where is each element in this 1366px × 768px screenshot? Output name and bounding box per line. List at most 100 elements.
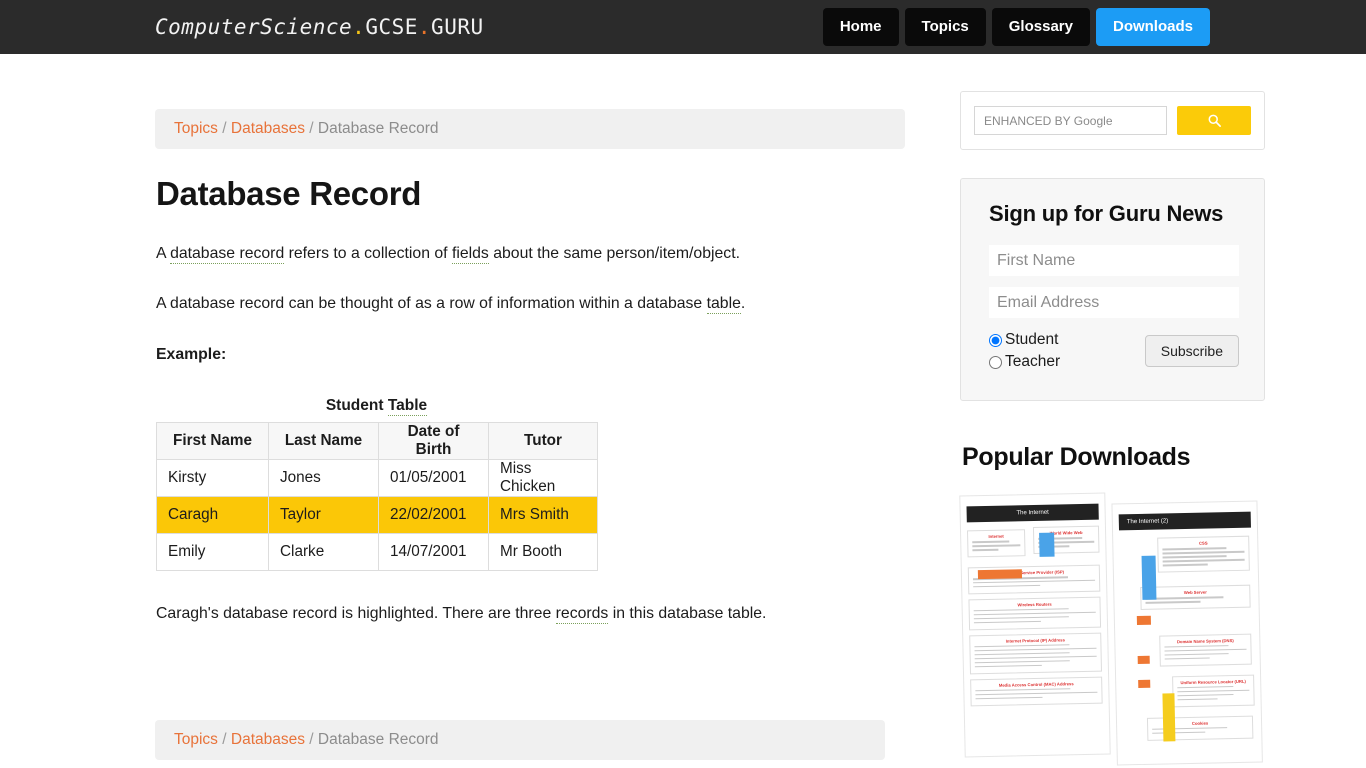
breadcrumb-current: Database Record <box>317 120 439 137</box>
search-button[interactable] <box>1177 106 1251 135</box>
note-line <box>972 544 1021 547</box>
site-logo[interactable]: ComputerScience.GCSE.GURU <box>155 15 484 39</box>
breadcrumb-link-topics-bottom[interactable]: Topics <box>174 731 218 748</box>
diagram-chip-orange <box>1137 655 1150 664</box>
download-thumbnail-the-internet-2[interactable]: The Internet (2) CSS Web Server Domain N… <box>1111 500 1263 766</box>
page-title: Database Record <box>156 175 422 212</box>
note-heading: Wireless Routers <box>1017 601 1052 608</box>
download-thumbnail-the-internet[interactable]: The Internet Internet World Wide Web Int… <box>959 492 1111 758</box>
nav-item-topics[interactable]: Topics <box>904 8 986 46</box>
example-label: Example: <box>156 345 227 363</box>
nav-item-downloads[interactable]: Downloads <box>1095 8 1210 46</box>
note-line <box>975 696 1043 700</box>
glossary-term-table-caption[interactable]: Table <box>387 397 428 417</box>
diagram-chip-orange <box>1136 615 1151 625</box>
note-heading: Uniform Resource Locator (URL) <box>1180 678 1246 685</box>
popular-downloads-title: Popular Downloads <box>962 442 1191 471</box>
breadcrumb-current-bottom: Database Record <box>317 731 439 748</box>
nav-item-home[interactable]: Home <box>822 8 899 46</box>
radio-option-teacher[interactable]: Teacher <box>989 351 1060 373</box>
note-line <box>1164 648 1247 652</box>
nav-item-glossary[interactable]: Glossary <box>991 8 1090 46</box>
note-line <box>974 647 1097 652</box>
note-box: CSS <box>1157 535 1250 573</box>
diagram-chip-yellow <box>1162 693 1176 742</box>
note-line <box>1164 644 1229 648</box>
breadcrumb-link-databases-bottom[interactable]: Databases <box>231 731 305 748</box>
breadcrumb-separator: / <box>309 731 314 748</box>
table-cell: Jones <box>268 459 379 498</box>
breadcrumb-separator: / <box>309 120 314 137</box>
paragraph-text: . <box>740 295 746 313</box>
breadcrumb-link-topics[interactable]: Topics <box>174 120 218 137</box>
main-nav-links: Home Topics Glossary Downloads <box>822 8 1210 46</box>
newsletter-title: Sign up for Guru News <box>989 201 1224 226</box>
student-label: Student <box>1005 331 1059 348</box>
email-field[interactable] <box>989 287 1239 318</box>
search-input[interactable] <box>974 106 1167 135</box>
breadcrumb-link-databases[interactable]: Databases <box>231 120 305 137</box>
note-line <box>1162 547 1227 551</box>
note-line <box>972 540 1010 543</box>
brand-dot-2: . <box>417 15 432 39</box>
breadcrumb-separator: / <box>222 120 227 137</box>
table-header-first-name: First Name <box>156 422 269 461</box>
note-heading: CSS <box>1198 540 1208 546</box>
glossary-term-database-record[interactable]: database record <box>170 245 285 264</box>
download-thumbnails: The Internet Internet World Wide Web Int… <box>959 492 1265 766</box>
note-line <box>1145 600 1201 604</box>
table-row: Emily Clarke 14/07/2001 Mr Booth <box>156 533 598 572</box>
note-line <box>973 584 1041 588</box>
newsletter-bottom-row: Student Teacher Subscribe <box>989 329 1239 374</box>
first-name-field[interactable] <box>989 245 1239 276</box>
note-heading: Internet Protocol (IP) Address <box>1005 637 1065 644</box>
note-box: Wireless Routers <box>968 596 1102 631</box>
note-line <box>974 644 1070 648</box>
student-radio[interactable] <box>989 333 1002 347</box>
note-line <box>1162 550 1245 555</box>
note-heading: Web Server <box>1183 589 1207 595</box>
table-header-last-name: Last Name <box>268 422 379 461</box>
note-box: Media Access Control (MAC) Address <box>970 676 1103 706</box>
table-cell: Miss Chicken <box>488 459 598 498</box>
table-cell: Taylor <box>268 496 379 535</box>
glossary-term-records[interactable]: records <box>555 605 609 625</box>
note-line <box>974 651 1070 656</box>
teacher-label: Teacher <box>1005 353 1061 371</box>
note-line <box>973 579 1096 584</box>
table-header-row: First Name Last Name Date of Birth Tutor <box>156 422 598 461</box>
note-line <box>975 691 1098 696</box>
table-cell: 22/02/2001 <box>378 496 489 535</box>
table-cell: 01/05/2001 <box>378 459 489 498</box>
table-row: Kirsty Jones 01/05/2001 Miss Chicken <box>156 459 598 498</box>
table-caption-text: Student <box>325 397 388 415</box>
radio-option-student[interactable]: Student <box>989 329 1060 351</box>
table-cell: Kirsty <box>156 459 269 498</box>
breadcrumb-bottom: Topics / Databases / Database Record <box>155 720 885 760</box>
paragraph-text: about the same person/item/object. <box>488 245 740 262</box>
table-header-tutor: Tutor <box>488 422 598 461</box>
table-caption: Student Table <box>156 397 597 417</box>
note-line <box>1162 563 1208 566</box>
glossary-term-fields[interactable]: fields <box>451 245 489 264</box>
paragraph-text: in this database table. <box>608 605 767 623</box>
paragraph-text: refers to a collection of <box>284 245 452 262</box>
note-line <box>973 616 1070 620</box>
note-heading: Internet <box>988 533 1004 539</box>
table-body: Kirsty Jones 01/05/2001 Miss Chicken Car… <box>156 459 598 572</box>
glossary-term-table[interactable]: table <box>706 295 741 315</box>
note-box: Web Server <box>1140 584 1251 610</box>
note-line <box>1164 657 1210 660</box>
note-line <box>972 548 999 551</box>
table-cell: Emily <box>156 533 269 572</box>
page-body: Topics / Databases / Database Record Dat… <box>0 54 1366 766</box>
breadcrumb-top: Topics / Databases / Database Record <box>155 109 905 149</box>
note-line <box>1145 596 1224 600</box>
note-line <box>1177 698 1218 701</box>
note-line <box>973 608 1069 612</box>
newsletter-signup-card: Sign up for Guru News Student Teacher Su… <box>960 178 1265 401</box>
teacher-radio[interactable] <box>989 356 1002 370</box>
brand-gcse: GCSE <box>365 15 418 39</box>
subscribe-button[interactable]: Subscribe <box>1144 335 1239 368</box>
note-line <box>1177 689 1250 693</box>
